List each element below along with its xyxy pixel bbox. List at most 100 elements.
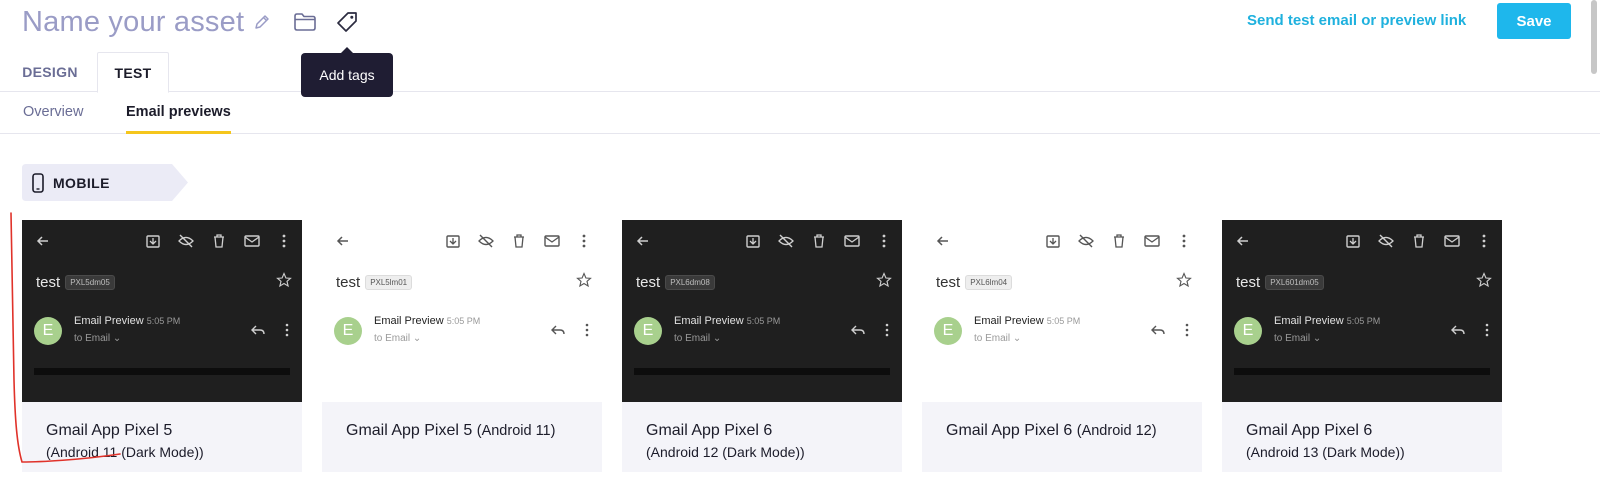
tab-design[interactable]: DESIGN bbox=[22, 52, 78, 92]
subtab-overview[interactable]: Overview bbox=[23, 104, 83, 120]
gmail-toolbar bbox=[922, 232, 1202, 252]
reply-icon[interactable] bbox=[1450, 322, 1466, 338]
email-preview-screenshot[interactable]: test PXL6lm04 E Email Preview 5:05 PM to … bbox=[922, 220, 1202, 402]
device-code-chip: PXL5lm01 bbox=[365, 275, 413, 290]
more-vert-icon[interactable] bbox=[575, 232, 593, 250]
reply-icon[interactable] bbox=[250, 322, 266, 338]
back-arrow-icon[interactable] bbox=[334, 232, 352, 250]
star-icon[interactable] bbox=[276, 272, 292, 288]
reply-icon[interactable] bbox=[850, 322, 866, 338]
chevron-down-icon: ⌄ bbox=[1012, 333, 1022, 344]
mail-icon[interactable] bbox=[243, 232, 261, 250]
chevron-down-icon: ⌄ bbox=[712, 333, 722, 344]
archive-icon[interactable] bbox=[1344, 232, 1362, 250]
device-code-chip: PXL601dm05 bbox=[1265, 275, 1324, 290]
back-arrow-icon[interactable] bbox=[1234, 232, 1252, 250]
eye-off-icon[interactable] bbox=[1377, 232, 1395, 250]
gmail-toolbar bbox=[22, 232, 302, 252]
card-title: Gmail App Pixel 6 bbox=[1246, 422, 1373, 439]
sender-line: Email Preview 5:05 PM bbox=[674, 315, 780, 327]
star-icon[interactable] bbox=[576, 272, 592, 288]
email-preview-screenshot[interactable]: test PXL6dm08 E Email Preview 5:05 PM to … bbox=[622, 220, 902, 402]
archive-icon[interactable] bbox=[1044, 232, 1062, 250]
archive-icon[interactable] bbox=[444, 232, 462, 250]
back-arrow-icon[interactable] bbox=[934, 232, 952, 250]
subject-text: test bbox=[1236, 274, 1261, 291]
folder-icon[interactable] bbox=[293, 11, 317, 33]
send-test-email-link[interactable]: Send test email or preview link bbox=[1247, 12, 1466, 29]
tab-test[interactable]: TEST bbox=[97, 52, 169, 93]
subject-text: test bbox=[336, 274, 361, 291]
back-arrow-icon[interactable] bbox=[634, 232, 652, 250]
save-button[interactable]: Save bbox=[1497, 3, 1571, 39]
trash-icon[interactable] bbox=[810, 232, 828, 250]
content-bar bbox=[1234, 368, 1490, 375]
message-more-icon[interactable] bbox=[284, 322, 290, 338]
trash-icon[interactable] bbox=[210, 232, 228, 250]
to-line: to Email ⌄ bbox=[974, 333, 1021, 344]
mail-icon[interactable] bbox=[1143, 232, 1161, 250]
archive-icon[interactable] bbox=[744, 232, 762, 250]
email-subject: test PXL5dm05 bbox=[36, 274, 115, 291]
archive-icon[interactable] bbox=[144, 232, 162, 250]
preview-card[interactable]: test PXL6dm08 E Email Preview 5:05 PM to … bbox=[622, 220, 902, 472]
subtab-email-previews-label: Email previews bbox=[126, 104, 231, 120]
section-label: MOBILE bbox=[53, 174, 110, 191]
eye-off-icon[interactable] bbox=[477, 232, 495, 250]
message-more-icon[interactable] bbox=[1484, 322, 1490, 338]
mail-icon[interactable] bbox=[843, 232, 861, 250]
preview-card[interactable]: test PXL5lm01 E Email Preview 5:05 PM to … bbox=[322, 220, 602, 472]
email-preview-screenshot[interactable]: test PXL5lm01 E Email Preview 5:05 PM to … bbox=[322, 220, 602, 402]
trash-icon[interactable] bbox=[1110, 232, 1128, 250]
email-subject: test PXL5lm01 bbox=[336, 274, 413, 291]
eye-off-icon[interactable] bbox=[1077, 232, 1095, 250]
more-vert-icon[interactable] bbox=[875, 232, 893, 250]
card-title: Gmail App Pixel 6 bbox=[646, 422, 773, 439]
card-title-suffix: (Android 11) bbox=[476, 423, 556, 439]
preview-card[interactable]: test PXL5dm05 E Email Preview 5:05 PM to … bbox=[22, 220, 302, 472]
star-icon[interactable] bbox=[1176, 272, 1192, 288]
chevron-down-icon: ⌄ bbox=[1312, 333, 1322, 344]
to-text: to Email bbox=[74, 333, 111, 344]
mail-icon[interactable] bbox=[1443, 232, 1461, 250]
mail-icon[interactable] bbox=[543, 232, 561, 250]
eye-off-icon[interactable] bbox=[777, 232, 795, 250]
star-icon[interactable] bbox=[876, 272, 892, 288]
message-more-icon[interactable] bbox=[1184, 322, 1190, 338]
card-title-line: Gmail App Pixel 6 bbox=[1246, 422, 1478, 440]
reply-icon[interactable] bbox=[1150, 322, 1166, 338]
card-title-suffix: (Android 12) bbox=[1076, 423, 1157, 439]
message-more-icon[interactable] bbox=[884, 322, 890, 338]
trash-icon[interactable] bbox=[1410, 232, 1428, 250]
active-tab-underline bbox=[126, 131, 231, 134]
asset-name-input[interactable]: Name your asset bbox=[22, 6, 244, 39]
preview-card[interactable]: test PXL601dm05 E Email Preview 5:05 PM t… bbox=[1222, 220, 1502, 472]
reply-icon[interactable] bbox=[550, 322, 566, 338]
star-icon[interactable] bbox=[1476, 272, 1492, 288]
sent-time: 5:05 PM bbox=[146, 316, 181, 326]
card-title-line: Gmail App Pixel 6 bbox=[646, 422, 878, 440]
tag-icon[interactable] bbox=[335, 10, 359, 34]
pencil-icon[interactable] bbox=[253, 13, 271, 31]
email-subject: test PXL601dm05 bbox=[1236, 274, 1324, 291]
card-caption: Gmail App Pixel 6 (Android 12) bbox=[922, 402, 1202, 472]
email-preview-screenshot[interactable]: test PXL5dm05 E Email Preview 5:05 PM to … bbox=[22, 220, 302, 402]
content-bar bbox=[34, 368, 290, 375]
back-arrow-icon[interactable] bbox=[34, 232, 52, 250]
more-vert-icon[interactable] bbox=[275, 232, 293, 250]
to-text: to Email bbox=[1274, 333, 1311, 344]
message-more-icon[interactable] bbox=[584, 322, 590, 338]
email-preview-screenshot[interactable]: test PXL601dm05 E Email Preview 5:05 PM t… bbox=[1222, 220, 1502, 402]
more-vert-icon[interactable] bbox=[1475, 232, 1493, 250]
sender-avatar: E bbox=[634, 317, 662, 345]
sender-line: Email Preview 5:05 PM bbox=[374, 315, 480, 327]
preview-card[interactable]: test PXL6lm04 E Email Preview 5:05 PM to … bbox=[922, 220, 1202, 472]
eye-off-icon[interactable] bbox=[177, 232, 195, 250]
trash-icon[interactable] bbox=[510, 232, 528, 250]
subtab-email-previews[interactable]: Email previews bbox=[126, 104, 231, 134]
sender-name: Email Preview bbox=[974, 315, 1044, 327]
to-line: to Email ⌄ bbox=[74, 333, 121, 344]
card-title: Gmail App Pixel 5 bbox=[46, 422, 173, 439]
more-vert-icon[interactable] bbox=[1175, 232, 1193, 250]
sender-line: Email Preview 5:05 PM bbox=[1274, 315, 1380, 327]
